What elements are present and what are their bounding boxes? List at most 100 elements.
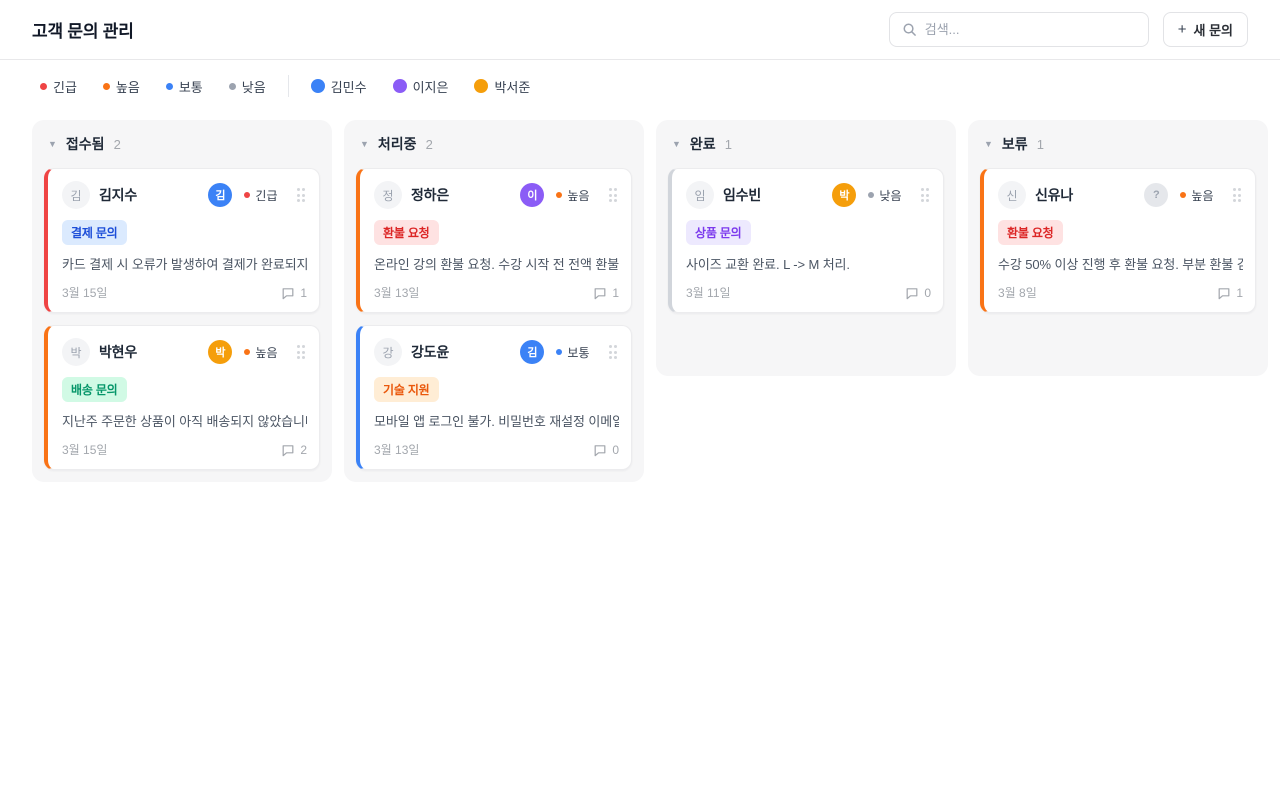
drag-handle-icon[interactable]	[295, 186, 308, 204]
card-date: 3월 11일	[686, 284, 731, 301]
card-date: 3월 8일	[998, 284, 1037, 301]
comments-indicator: 1	[593, 286, 619, 300]
legend-dot	[103, 83, 110, 90]
legend-label: 이지은	[413, 77, 449, 96]
new-inquiry-button[interactable]: + 새 문의	[1163, 12, 1248, 47]
drag-handle-icon[interactable]	[1231, 186, 1244, 204]
customer-name: 박현우	[99, 342, 199, 362]
priority-dot	[868, 192, 874, 198]
customer-name: 김지수	[99, 185, 199, 205]
drag-handle-icon[interactable]	[295, 343, 308, 361]
column-cards: 임 임수빈 박 낮음 상품 문의 사이즈 교환 완료. L -> M 처리. 3…	[668, 168, 944, 364]
assignee-badge: 김	[208, 183, 232, 207]
search-box[interactable]	[889, 12, 1149, 47]
column-count: 1	[1037, 137, 1044, 152]
comment-count: 0	[612, 443, 619, 457]
priority-label: 높음	[1191, 187, 1213, 204]
assignee-badge: 이	[520, 183, 544, 207]
collapse-arrow-icon[interactable]: ▼	[360, 139, 369, 149]
customer-avatar: 신	[998, 181, 1026, 209]
column-header: ▼ 보류 1	[980, 132, 1256, 168]
comment-count: 1	[612, 286, 619, 300]
collapse-arrow-icon[interactable]: ▼	[48, 139, 57, 149]
assignee-badge: 박	[832, 183, 856, 207]
card-header-row: 김 김지수 김 긴급	[62, 181, 307, 209]
legend-label: 낮음	[242, 77, 266, 96]
card-header-row: 정 정하은 이 높음	[374, 181, 619, 209]
customer-name: 신유나	[1035, 185, 1135, 205]
card-footer: 3월 15일 2	[62, 441, 307, 458]
kanban-column: ▼ 처리중 2 정 정하은 이 높음 환불 요청 온라인 강의 환불 요청. 수…	[344, 120, 644, 482]
assignee-badge: 김	[520, 340, 544, 364]
assignee-legend: 김민수 이지은 박서준	[311, 77, 531, 96]
comment-count: 1	[300, 286, 307, 300]
legend-label: 보통	[179, 77, 203, 96]
legend-dot	[393, 79, 407, 93]
customer-name: 강도윤	[411, 342, 511, 362]
assignee-badge: 박	[208, 340, 232, 364]
legend-label: 김민수	[331, 77, 367, 96]
category-tag: 환불 요청	[374, 220, 439, 245]
customer-avatar: 임	[686, 181, 714, 209]
card-footer: 3월 15일 1	[62, 284, 307, 301]
legend-item: 김민수	[311, 77, 367, 96]
column-cards: 김 김지수 김 긴급 결제 문의 카드 결제 시 오류가 발생하여 결제가 완료…	[44, 168, 320, 470]
column-header: ▼ 완료 1	[668, 132, 944, 168]
inquiry-card[interactable]: 김 김지수 김 긴급 결제 문의 카드 결제 시 오류가 발생하여 결제가 완료…	[44, 168, 320, 313]
card-date: 3월 15일	[62, 284, 107, 301]
card-date: 3월 15일	[62, 441, 107, 458]
comment-icon	[593, 286, 607, 300]
search-input[interactable]	[925, 22, 1136, 37]
legend-item: 긴급	[40, 77, 77, 96]
comments-indicator: 2	[281, 443, 307, 457]
card-header-row: 박 박현우 박 높음	[62, 338, 307, 366]
legend-label: 박서준	[494, 77, 530, 96]
legend-item: 보통	[166, 77, 203, 96]
inquiry-description: 사이즈 교환 완료. L -> M 처리.	[686, 254, 931, 273]
category-tag: 결제 문의	[62, 220, 127, 245]
kanban-column: ▼ 완료 1 임 임수빈 박 낮음 상품 문의 사이즈 교환 완료. L -> …	[656, 120, 956, 376]
legend-dot	[474, 79, 488, 93]
tag-row: 기술 지원	[374, 377, 619, 402]
column-header: ▼ 처리중 2	[356, 132, 632, 168]
drag-handle-icon[interactable]	[919, 186, 932, 204]
customer-avatar: 정	[374, 181, 402, 209]
priority-indicator: 높음	[244, 344, 277, 361]
column-cards: 정 정하은 이 높음 환불 요청 온라인 강의 환불 요청. 수강 시작 전 전…	[356, 168, 632, 470]
inquiry-card[interactable]: 강 강도윤 김 보통 기술 지원 모바일 앱 로그인 불가. 비밀번호 재설정 …	[356, 325, 632, 470]
priority-dot	[556, 349, 562, 355]
column-cards: 신 신유나 ? 높음 환불 요청 수강 50% 이상 진행 후 환불 요청. 부…	[980, 168, 1256, 364]
inquiry-card[interactable]: 임 임수빈 박 낮음 상품 문의 사이즈 교환 완료. L -> M 처리. 3…	[668, 168, 944, 313]
column-title: 처리중	[378, 134, 417, 154]
legend-item: 낮음	[229, 77, 266, 96]
inquiry-card[interactable]: 정 정하은 이 높음 환불 요청 온라인 강의 환불 요청. 수강 시작 전 전…	[356, 168, 632, 313]
card-footer: 3월 11일 0	[686, 284, 931, 301]
priority-label: 높음	[567, 187, 589, 204]
priority-dot	[1180, 192, 1186, 198]
legend-label: 긴급	[53, 77, 77, 96]
customer-name: 임수빈	[723, 185, 823, 205]
column-title: 접수됨	[66, 134, 105, 154]
comment-icon	[1217, 286, 1231, 300]
legend-label: 높음	[116, 77, 140, 96]
inquiry-card[interactable]: 박 박현우 박 높음 배송 문의 지난주 주문한 상품이 아직 배송되지 않았습…	[44, 325, 320, 470]
new-inquiry-button-label: 새 문의	[1194, 20, 1234, 39]
legend-dot	[311, 79, 325, 93]
legend-item: 높음	[103, 77, 140, 96]
priority-indicator: 높음	[1180, 187, 1213, 204]
comments-indicator: 0	[593, 443, 619, 457]
drag-handle-icon[interactable]	[607, 186, 620, 204]
collapse-arrow-icon[interactable]: ▼	[984, 139, 993, 149]
card-date: 3월 13일	[374, 441, 419, 458]
category-tag: 배송 문의	[62, 377, 127, 402]
inquiry-card[interactable]: 신 신유나 ? 높음 환불 요청 수강 50% 이상 진행 후 환불 요청. 부…	[980, 168, 1256, 313]
comments-indicator: 1	[281, 286, 307, 300]
drag-handle-icon[interactable]	[607, 343, 620, 361]
search-icon	[902, 22, 917, 37]
card-footer: 3월 13일 1	[374, 284, 619, 301]
customer-name: 정하은	[411, 185, 511, 205]
priority-label: 보통	[567, 344, 589, 361]
collapse-arrow-icon[interactable]: ▼	[672, 139, 681, 149]
card-header-row: 신 신유나 ? 높음	[998, 181, 1243, 209]
comment-icon	[593, 443, 607, 457]
